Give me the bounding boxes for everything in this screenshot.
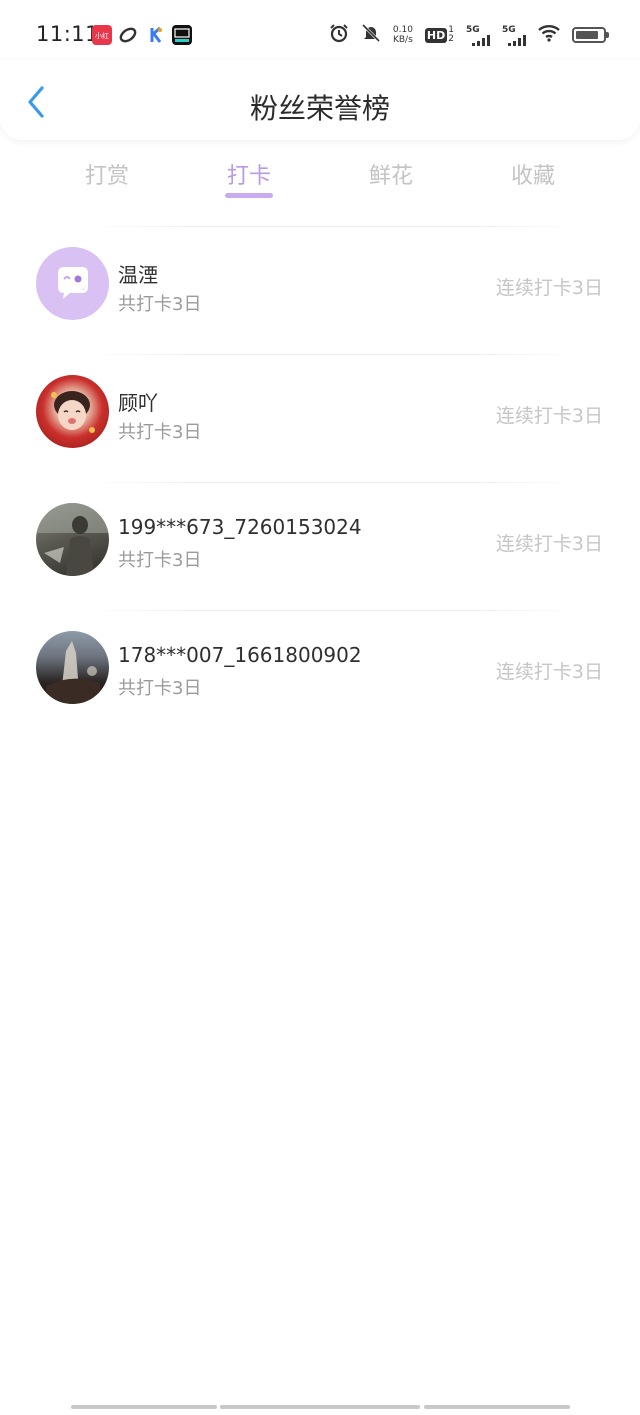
alarm-icon [329, 23, 349, 47]
tab-bar: 打赏 打卡 鲜花 收藏 [0, 150, 640, 210]
fan-streak: 连续打卡3日 [495, 277, 603, 299]
network-speed-unit: KB/s [392, 35, 413, 45]
fan-streak: 连续打卡3日 [495, 405, 603, 427]
sim1-signal-icon: 5G [466, 25, 490, 46]
tab-checkin[interactable]: 打卡 [189, 158, 309, 190]
sim2-signal-icon: 5G [502, 25, 526, 46]
fan-ranking-list: ◡ 温湮 共打卡3日 连续打卡3日 顾吖 共打卡3日 连续打卡3日 199***… [0, 226, 640, 738]
network-speed-value: 0.10 [392, 25, 413, 35]
fan-name: 178***007_1661800902 [118, 643, 362, 667]
fan-streak: 连续打卡3日 [495, 533, 603, 555]
kuaishou-app-icon [146, 25, 166, 45]
svg-text:◡: ◡ [81, 285, 85, 291]
page-title: 粉丝荣誉榜 [249, 92, 390, 125]
battery-icon [572, 27, 609, 43]
fan-name: 199***673_7260153024 [118, 515, 362, 539]
list-item[interactable]: 178***007_1661800902 共打卡3日 连续打卡3日 [0, 611, 640, 738]
avatar[interactable] [36, 503, 109, 576]
network-speed: 0.10 KB/s [393, 25, 413, 45]
svg-text:小红: 小红 [95, 31, 109, 40]
avatar[interactable] [36, 631, 109, 704]
fan-total-checkin: 共打卡3日 [118, 678, 202, 699]
xiaohongshu-app-icon: 小红 [92, 25, 112, 45]
fan-name: 顾吖 [118, 391, 158, 415]
battery-level [576, 31, 598, 39]
fan-total-checkin: 共打卡3日 [118, 422, 202, 443]
sim2-label: 5G [502, 24, 516, 35]
nav-header: 粉丝荣誉榜 [0, 60, 640, 140]
status-indicators: 0.10 KB/s HD 1 2 5G 5G [329, 22, 609, 48]
scroll-segment [424, 1405, 570, 1409]
hd-label: HD [424, 27, 448, 43]
fan-streak: 连续打卡3日 [495, 661, 603, 683]
avatar[interactable]: ◡ [36, 247, 109, 320]
fan-total-checkin: 共打卡3日 [118, 550, 202, 571]
mute-icon [361, 23, 381, 47]
avatar[interactable] [36, 375, 109, 448]
fan-total-checkin: 共打卡3日 [118, 294, 202, 315]
tab-favorites[interactable]: 收藏 [473, 158, 593, 190]
list-item[interactable]: 顾吖 共打卡3日 连续打卡3日 [0, 355, 640, 482]
scroll-segment [71, 1405, 217, 1409]
scroll-segment [220, 1405, 420, 1409]
tab-flowers[interactable]: 鲜花 [331, 158, 451, 190]
sim1-label: 5G [466, 24, 480, 35]
wifi-icon [538, 24, 560, 46]
hd-indicator: HD 1 2 [424, 26, 454, 44]
hd-sub: 2 [448, 34, 454, 44]
bottom-scroll-indicator [0, 1405, 640, 1415]
status-time: 11:11 [36, 22, 100, 46]
link-app-icon [118, 25, 138, 45]
douyin-app-icon [172, 25, 192, 45]
tab-reward[interactable]: 打赏 [47, 158, 167, 190]
list-item[interactable]: ◡ 温湮 共打卡3日 连续打卡3日 [0, 227, 640, 354]
active-tab-indicator [225, 193, 273, 198]
list-item[interactable]: 199***673_7260153024 共打卡3日 连续打卡3日 [0, 483, 640, 610]
fan-name: 温湮 [118, 263, 158, 287]
